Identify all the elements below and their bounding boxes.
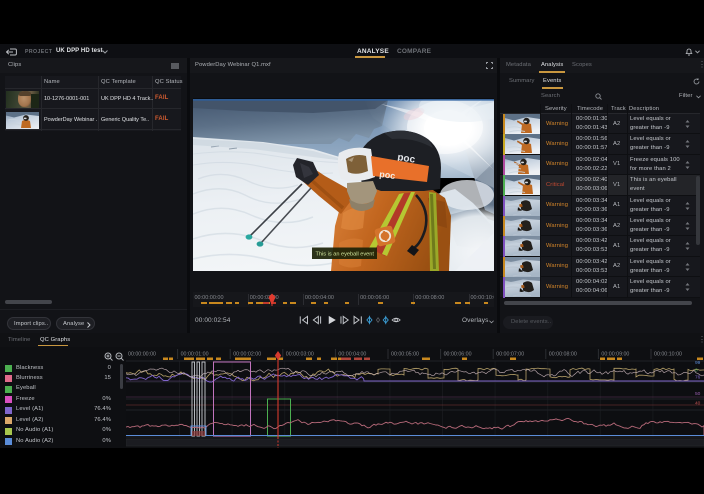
svg-text:00:00:03:00: 00:00:03:00 bbox=[286, 352, 314, 358]
svg-text:00:00:00:00: 00:00:00:00 bbox=[128, 352, 156, 358]
svg-text:00:00:01:00: 00:00:01:00 bbox=[181, 352, 209, 358]
svg-text:99: 99 bbox=[695, 360, 701, 366]
svg-text:00:00:08:00: 00:00:08:00 bbox=[549, 352, 577, 358]
svg-text:00:00:10:00: 00:00:10:00 bbox=[654, 352, 682, 358]
svg-text:0: 0 bbox=[695, 368, 698, 374]
svg-text:This is an eyeball event: This is an eyeball event bbox=[316, 252, 375, 258]
svg-text:00:00:04:00: 00:00:04:00 bbox=[338, 352, 366, 358]
svg-text:00:00:06:00: 00:00:06:00 bbox=[444, 352, 472, 358]
svg-text:00:00:09:00: 00:00:09:00 bbox=[601, 352, 629, 358]
svg-text:00:00:02:00: 00:00:02:00 bbox=[233, 352, 261, 358]
svg-text:50: 50 bbox=[695, 391, 701, 397]
svg-text:00:00:05:00: 00:00:05:00 bbox=[391, 352, 419, 358]
svg-text:76: 76 bbox=[695, 375, 701, 381]
svg-text:00:00:07:00: 00:00:07:00 bbox=[496, 352, 524, 358]
svg-text:40: 40 bbox=[695, 401, 701, 407]
svg-text:poc: poc bbox=[379, 169, 396, 181]
